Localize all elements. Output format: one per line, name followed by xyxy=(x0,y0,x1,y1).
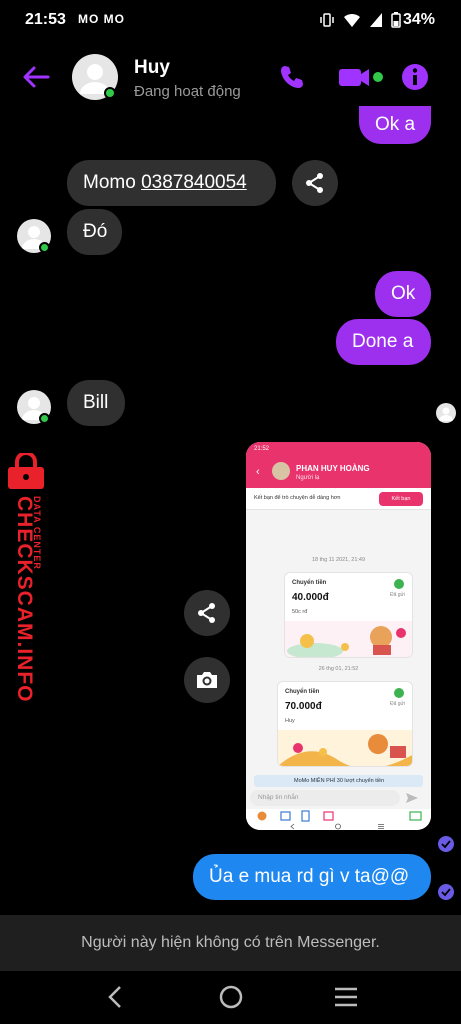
video-call-icon[interactable] xyxy=(338,63,386,91)
checkscam-watermark: CHECKSCAM.INFO DATA CENTER xyxy=(2,453,52,703)
seen-avatar xyxy=(436,403,456,423)
card-illustration xyxy=(285,621,412,657)
momo-status-time: 21:52 xyxy=(254,446,270,452)
message-incoming[interactable]: Momo 0387840054 xyxy=(67,160,276,206)
message-outgoing[interactable]: Done a xyxy=(336,319,431,365)
back-arrow-icon[interactable] xyxy=(20,61,52,93)
watermark-tagline: DATA CENTER xyxy=(32,496,42,570)
message-text: Đó xyxy=(83,221,108,242)
momo-banner-text: Kết bạn để trò chuyện dễ dàng hơn xyxy=(254,495,341,501)
card-title: Chuyển tiền xyxy=(292,580,327,586)
card-note: Huy xyxy=(285,718,295,724)
momo-send-icon xyxy=(406,793,418,803)
share-button[interactable] xyxy=(292,160,338,206)
card-state: Đã gửi xyxy=(389,701,405,707)
nav-back-icon[interactable] xyxy=(100,984,130,1010)
default-avatar-icon xyxy=(439,407,453,421)
card-title: Chuyển tiền xyxy=(285,689,320,695)
message-outgoing[interactable]: Ok a xyxy=(359,106,431,144)
momo-header: 21:52 ‹ PHAN HUY HOÀNG Người lạ xyxy=(246,442,431,488)
delivered-check-icon xyxy=(438,884,454,900)
share-button[interactable] xyxy=(184,590,230,636)
nav-recents-icon[interactable] xyxy=(331,984,361,1010)
online-dot xyxy=(104,87,116,99)
message-text: Ok xyxy=(391,283,416,304)
momo-friend-banner: Kết bạn để trò chuyện dễ dàng hơn Kết bạ… xyxy=(246,488,431,510)
image-attachment[interactable]: 21:52 ‹ PHAN HUY HOÀNG Người lạ Kết bạn … xyxy=(246,442,431,830)
message-text: Bill xyxy=(83,392,109,413)
online-dot xyxy=(39,242,50,253)
card-note: 50c rđ xyxy=(292,609,308,615)
battery-percent: 34% xyxy=(402,11,435,28)
momo-transfer-card: Chuyển tiền Đã gửi 70.000đ Huy xyxy=(277,681,413,767)
momo-date: 18 thg 11 2021, 21:49 xyxy=(311,557,366,563)
phone-number-link[interactable]: 0387840054 xyxy=(141,172,247,193)
momo-contact-sub: Người lạ xyxy=(296,475,320,481)
momo-nav-bar xyxy=(246,823,431,830)
message-text: Ủa e mua rd gì v ta@@ xyxy=(209,866,410,887)
lock-icon xyxy=(8,453,44,489)
info-icon[interactable] xyxy=(401,63,429,91)
status-bar: 21:53 MO MO 34% xyxy=(0,0,461,40)
momo-add-friend-button: Kết bạn xyxy=(379,492,423,506)
message-incoming[interactable]: Bill xyxy=(67,380,125,426)
momo-date: 26 thg 01, 21:52 xyxy=(318,666,359,672)
delivered-check-icon xyxy=(438,836,454,852)
momo-avatar xyxy=(272,462,290,480)
nav-home-icon[interactable] xyxy=(216,984,246,1010)
card-illustration xyxy=(278,730,412,766)
contact-status: Đang hoạt động xyxy=(134,83,241,100)
unavailable-notice: Người này hiện không có trên Messenger. xyxy=(0,915,461,971)
check-icon xyxy=(394,688,404,698)
system-nav-bar xyxy=(0,971,461,1024)
message-text: Ok a xyxy=(375,114,416,135)
momo-message-input: Nhập tin nhắn xyxy=(250,790,400,806)
wifi-icon xyxy=(344,13,360,27)
check-icon xyxy=(394,579,404,589)
system-icons xyxy=(319,12,401,28)
message-outgoing[interactable]: Ok xyxy=(375,271,431,317)
message-text: Momo 0387840054 xyxy=(83,172,247,193)
camera-button[interactable] xyxy=(184,657,230,703)
share-icon xyxy=(306,173,323,193)
momo-contact-name: PHAN HUY HOÀNG xyxy=(296,464,370,473)
online-dot xyxy=(39,413,50,424)
message-outgoing[interactable]: Ủa e mua rd gì v ta@@ xyxy=(193,854,431,900)
contact-name[interactable]: Huy xyxy=(134,57,170,79)
momo-notification-icons: MO MO xyxy=(78,12,125,26)
card-state: Đã gửi xyxy=(389,592,405,598)
signal-icon xyxy=(370,13,382,27)
momo-back-icon: ‹ xyxy=(256,466,260,478)
message-incoming[interactable]: Đó xyxy=(67,209,122,255)
status-time: 21:53 xyxy=(25,11,66,28)
card-amount: 40.000đ xyxy=(292,592,329,603)
conversation-header: Huy Đang hoạt động xyxy=(0,45,461,109)
message-text: Done a xyxy=(352,331,414,352)
card-amount: 70.000đ xyxy=(285,701,322,712)
momo-promo-banner: MoMo MIỄN PHÍ 30 lượt chuyển tiền xyxy=(254,775,423,787)
battery-icon xyxy=(391,12,401,28)
phone-call-icon[interactable] xyxy=(278,63,306,91)
vibrate-icon xyxy=(320,13,334,27)
momo-toolbar-icons xyxy=(246,809,431,823)
momo-transfer-card: Chuyển tiền Đã gửi 40.000đ 50c rđ xyxy=(284,572,413,658)
camera-icon xyxy=(197,672,217,688)
unavailable-text: Người này hiện không có trên Messenger. xyxy=(81,934,380,951)
share-icon xyxy=(198,603,215,623)
